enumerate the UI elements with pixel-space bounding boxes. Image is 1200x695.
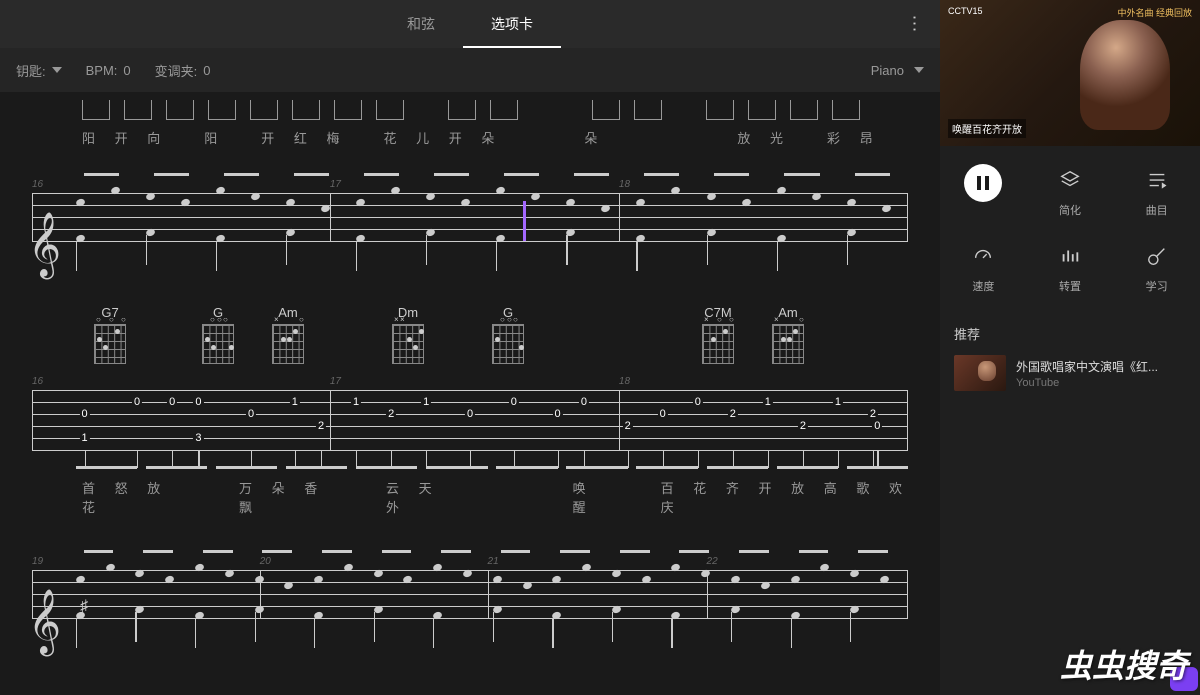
key-selector[interactable]: 钥匙: xyxy=(16,61,62,80)
instrument-label: Piano xyxy=(871,63,904,78)
ctrl-label: 速度 xyxy=(972,278,994,294)
chord-diagrams: G7○○○ G○○○ Am×○ Dm×× G○○○ C7M×○○ Am×○ xyxy=(16,305,924,364)
measure-number: 19 xyxy=(32,556,43,567)
score-area: 阳 开 向阳开 红 梅花 儿 开 朵朵放 光彩 昂 16 17 18 𝄞 G7○… xyxy=(0,92,940,695)
rec-item-source: YouTube xyxy=(1016,377,1186,389)
measure-number: 16 xyxy=(32,179,43,190)
layers-icon xyxy=(1054,164,1086,196)
player-controls: 简化 曲目 速度 转置 学习 xyxy=(940,146,1200,312)
measure-number: 16 xyxy=(32,376,43,387)
tabs-bar: 和弦 选项卡 ⋯ xyxy=(0,0,940,48)
tab-tabview[interactable]: 选项卡 xyxy=(463,0,561,48)
tracks-icon xyxy=(1141,164,1173,196)
chord-G: G○○○ xyxy=(202,305,234,364)
bpm-value: 0 xyxy=(123,63,130,78)
lyrics-line-2: 首 怒 放 花万 朵 香 飘云 天 外唤 醒百 花 齐 开 放 高 歌 欢 庆 xyxy=(16,478,924,516)
ctrl-label: 曲目 xyxy=(1146,202,1168,218)
staff-2[interactable]: 19 20 21 22 𝄞 ♯ xyxy=(16,534,924,644)
playback-cursor[interactable] xyxy=(523,201,526,241)
pause-icon xyxy=(964,164,1002,202)
rec-title: 推荐 xyxy=(954,324,1186,343)
guitar-icon xyxy=(1141,240,1173,272)
speed-button[interactable]: 速度 xyxy=(940,240,1027,294)
measure-number: 17 xyxy=(330,179,341,190)
ctrl-label: 简化 xyxy=(1059,202,1081,218)
bpm-label: BPM: xyxy=(86,63,118,78)
capo-display: 变调夹: 0 xyxy=(155,61,211,80)
video-player[interactable]: CCTV15 中外名曲 经典回放 唤醒百花齐开放 xyxy=(940,0,1200,146)
chord-Dm: Dm×× xyxy=(392,305,424,364)
tab-staff[interactable]: 16 17 18 1000300121210000200212120 xyxy=(16,370,924,470)
pause-button[interactable] xyxy=(940,164,1027,218)
capo-value: 0 xyxy=(203,63,210,78)
chord-G7: G7○○○ xyxy=(94,305,126,364)
rec-item-title: 外国歌唱家中文演唱《红... xyxy=(1016,358,1186,375)
bpm-display: BPM: 0 xyxy=(86,63,131,78)
chevron-down-icon xyxy=(52,67,62,73)
recommendations: 推荐 外国歌唱家中文演唱《红... YouTube xyxy=(940,312,1200,403)
tracks-button[interactable]: 曲目 xyxy=(1113,164,1200,218)
measure-number: 18 xyxy=(619,376,630,387)
ctrl-label: 转置 xyxy=(1059,278,1081,294)
toolbar: 钥匙: BPM: 0 变调夹: 0 Piano xyxy=(0,48,940,92)
ctrl-label: 学习 xyxy=(1146,278,1168,294)
simplify-button[interactable]: 简化 xyxy=(1027,164,1114,218)
watermark: 虫虫搜奇 xyxy=(1060,641,1188,687)
staff-1[interactable]: 16 17 18 𝄞 xyxy=(16,157,924,287)
more-menu-icon[interactable]: ⋯ xyxy=(904,14,925,34)
beat-boxes xyxy=(16,100,924,120)
measure-number: 18 xyxy=(619,179,630,190)
transpose-button[interactable]: 转置 xyxy=(1027,240,1114,294)
measure-number: 20 xyxy=(260,556,271,567)
tab-chords[interactable]: 和弦 xyxy=(379,0,463,48)
capo-label: 变调夹: xyxy=(155,61,198,80)
measure-number: 17 xyxy=(330,376,341,387)
chord-C7M: C7M×○○ xyxy=(702,305,734,364)
key-label: 钥匙: xyxy=(16,61,46,80)
chord-Am: Am×○ xyxy=(272,305,304,364)
equalizer-icon xyxy=(1054,240,1086,272)
video-tag: 中外名曲 经典回放 xyxy=(1117,6,1192,19)
channel-logo: CCTV15 xyxy=(948,6,983,16)
video-caption: 唤醒百花齐开放 xyxy=(948,119,1026,138)
measure-number: 21 xyxy=(488,556,499,567)
learn-button[interactable]: 学习 xyxy=(1113,240,1200,294)
rec-item[interactable]: 外国歌唱家中文演唱《红... YouTube xyxy=(954,355,1186,391)
lyrics-line-1: 阳 开 向阳开 红 梅花 儿 开 朵朵放 光彩 昂 xyxy=(16,128,924,147)
video-frame xyxy=(1080,20,1170,130)
measure-number: 22 xyxy=(707,556,718,567)
chevron-down-icon[interactable] xyxy=(914,67,924,73)
chord-Am2: Am×○ xyxy=(772,305,804,364)
rec-thumbnail xyxy=(954,355,1006,391)
gauge-icon xyxy=(967,240,999,272)
chord-G2: G○○○ xyxy=(492,305,524,364)
